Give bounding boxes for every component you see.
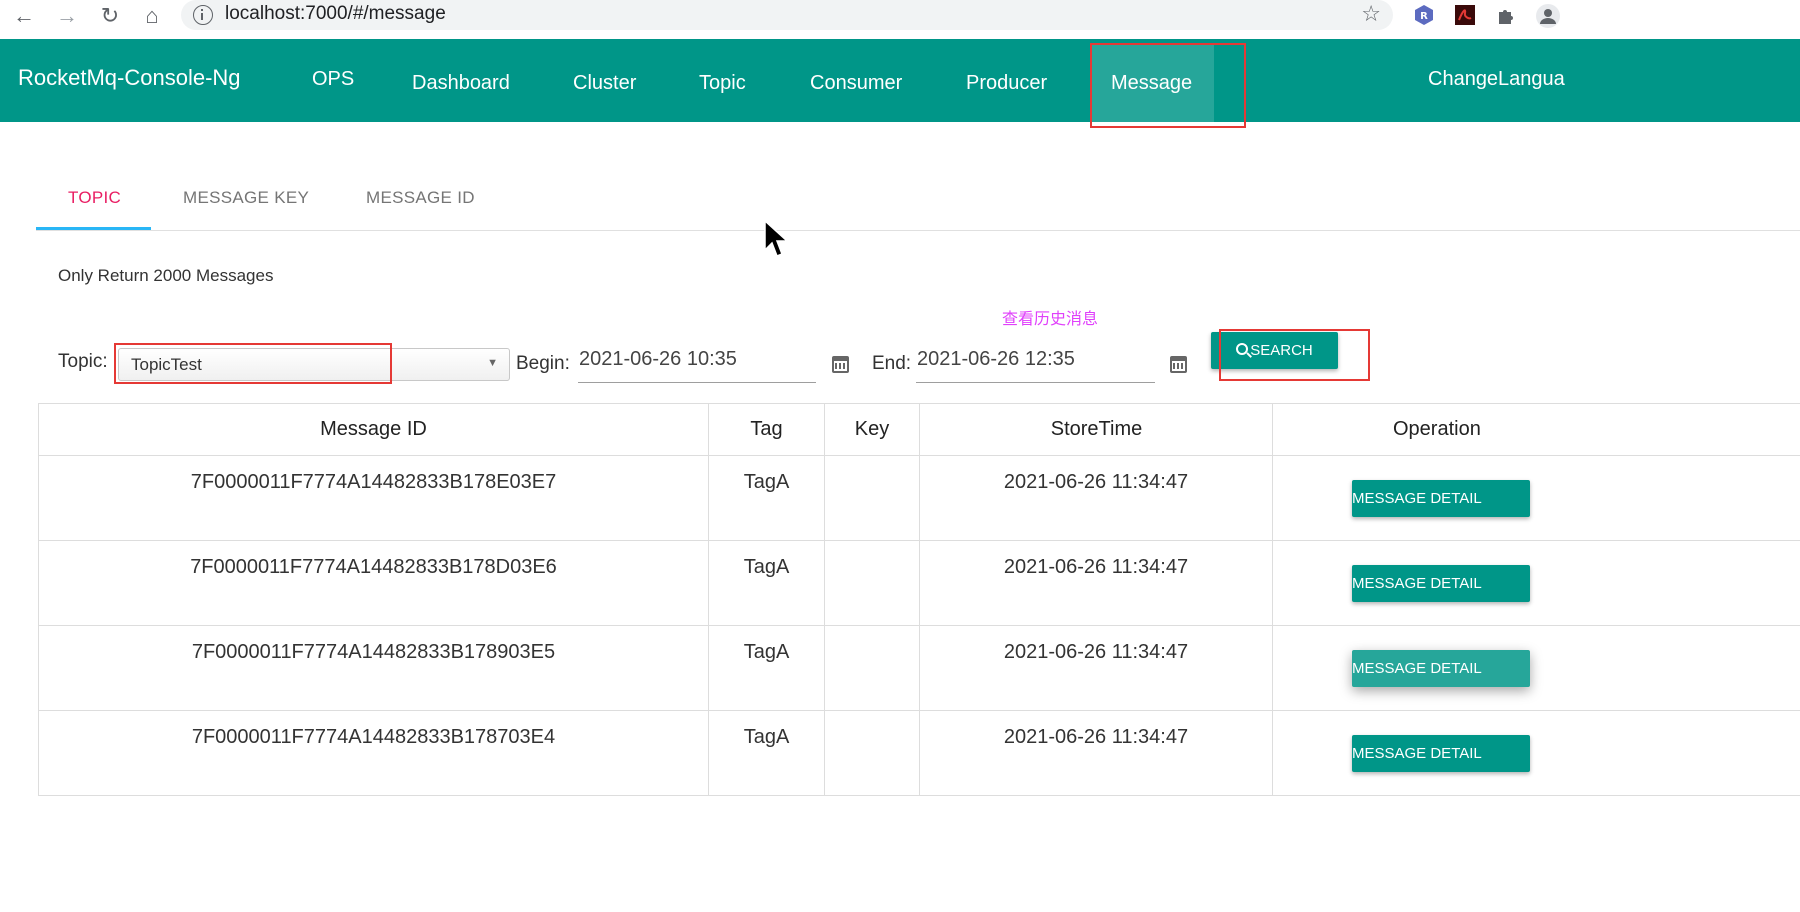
message-detail-button[interactable]: MESSAGE DETAIL xyxy=(1352,650,1530,687)
key-cell xyxy=(824,455,920,541)
key-cell xyxy=(824,625,920,711)
bookmark-star-icon[interactable]: ☆ xyxy=(1361,1,1381,27)
store-time-cell: 2021-06-26 11:34:47 xyxy=(919,710,1273,796)
table-row: 7F0000011F7774A14482833B178903E5 TagA 20… xyxy=(38,625,1800,711)
end-label: End: xyxy=(872,353,912,374)
tag-cell: TagA xyxy=(708,455,825,541)
app-brand[interactable]: RocketMq-Console-Ng xyxy=(18,65,241,91)
r-extension-icon[interactable]: R xyxy=(1413,4,1435,26)
store-time-cell: 2021-06-26 11:34:47 xyxy=(919,540,1273,626)
begin-date-value: 2021-06-26 10:35 xyxy=(579,348,737,370)
message-table: Message ID Tag Key StoreTime Operation 7… xyxy=(38,403,1800,796)
browser-toolbar: ← → ↻ ⌂ localhost:7000/#/message ☆ R xyxy=(0,0,1800,32)
change-language-menu[interactable]: ChangeLangua xyxy=(1428,68,1565,91)
message-id-cell: 7F0000011F7774A14482833B178703E4 xyxy=(38,710,709,796)
arrow-right-icon[interactable]: → xyxy=(53,2,81,30)
arrow-left-icon[interactable]: ← xyxy=(10,2,38,30)
calendar-icon[interactable] xyxy=(1170,356,1187,373)
table-row: 7F0000011F7774A14482833B178D03E6 TagA 20… xyxy=(38,540,1800,626)
table-header-row: Message ID Tag Key StoreTime Operation xyxy=(38,403,1800,456)
operation-cell: MESSAGE DETAIL xyxy=(1272,710,1800,796)
top-navbar: RocketMq-Console-Ng OPS Dashboard Cluste… xyxy=(0,39,1800,122)
annotation-text: 查看历史消息 xyxy=(1002,311,1099,328)
table-row: 7F0000011F7774A14482833B178E03E7 TagA 20… xyxy=(38,455,1800,541)
column-header-tag: Tag xyxy=(708,403,825,456)
tabs-divider xyxy=(36,230,1800,231)
store-time-cell: 2021-06-26 11:34:47 xyxy=(919,455,1273,541)
message-detail-button[interactable]: MESSAGE DETAIL xyxy=(1352,480,1530,517)
site-info-icon[interactable] xyxy=(193,5,213,25)
message-id-cell: 7F0000011F7774A14482833B178D03E6 xyxy=(38,540,709,626)
end-date-value: 2021-06-26 12:35 xyxy=(917,348,1075,370)
calendar-icon[interactable] xyxy=(832,356,849,373)
end-date-input[interactable]: 2021-06-26 12:35 xyxy=(916,347,1155,383)
store-time-cell: 2021-06-26 11:34:47 xyxy=(919,625,1273,711)
column-header-operation: Operation xyxy=(1272,403,1800,456)
tab-topic[interactable]: TOPIC xyxy=(68,188,121,208)
topic-label: Topic: xyxy=(58,351,108,372)
operation-cell: MESSAGE DETAIL xyxy=(1272,455,1800,541)
puzzle-icon[interactable] xyxy=(1496,4,1518,26)
message-id-cell: 7F0000011F7774A14482833B178E03E7 xyxy=(38,455,709,541)
begin-date-input[interactable]: 2021-06-26 10:35 xyxy=(578,347,816,383)
highlight-box-nav-message xyxy=(1090,43,1246,128)
operation-cell: MESSAGE DETAIL xyxy=(1272,625,1800,711)
table-row: 7F0000011F7774A14482833B178703E4 TagA 20… xyxy=(38,710,1800,796)
nav-producer[interactable]: Producer xyxy=(966,72,1047,95)
home-icon[interactable]: ⌂ xyxy=(138,2,166,30)
caret-down-icon: ▼ xyxy=(487,357,498,369)
tag-cell: TagA xyxy=(708,710,825,796)
message-detail-button[interactable]: MESSAGE DETAIL xyxy=(1352,565,1530,602)
pdf-extension-icon[interactable] xyxy=(1454,4,1476,26)
mouse-cursor-icon xyxy=(764,219,790,265)
message-id-cell: 7F0000011F7774A14482833B178903E5 xyxy=(38,625,709,711)
result-limit-note: Only Return 2000 Messages xyxy=(58,266,274,285)
profile-icon[interactable] xyxy=(1536,4,1560,28)
nav-cluster[interactable]: Cluster xyxy=(573,72,636,95)
tag-cell: TagA xyxy=(708,625,825,711)
key-cell xyxy=(824,710,920,796)
nav-ops[interactable]: OPS xyxy=(312,68,354,91)
operation-cell: MESSAGE DETAIL xyxy=(1272,540,1800,626)
begin-label: Begin: xyxy=(516,353,570,374)
column-header-key: Key xyxy=(824,403,920,456)
nav-dashboard[interactable]: Dashboard xyxy=(412,72,510,95)
r-extension-label: R xyxy=(1420,11,1428,22)
highlight-box-search xyxy=(1219,329,1370,381)
highlight-box-topic xyxy=(114,343,392,384)
nav-consumer[interactable]: Consumer xyxy=(810,72,902,95)
url-text[interactable]: localhost:7000/#/message xyxy=(225,3,446,25)
address-bar[interactable]: localhost:7000/#/message ☆ xyxy=(181,0,1393,30)
key-cell xyxy=(824,540,920,626)
nav-topic[interactable]: Topic xyxy=(699,72,746,95)
tag-cell: TagA xyxy=(708,540,825,626)
column-header-message-id: Message ID xyxy=(38,403,709,456)
tab-message-key[interactable]: MESSAGE KEY xyxy=(183,188,309,208)
reload-icon[interactable]: ↻ xyxy=(96,2,124,30)
message-detail-button[interactable]: MESSAGE DETAIL xyxy=(1352,735,1530,772)
column-header-store-time: StoreTime xyxy=(919,403,1273,456)
tab-message-id[interactable]: MESSAGE ID xyxy=(366,188,475,208)
